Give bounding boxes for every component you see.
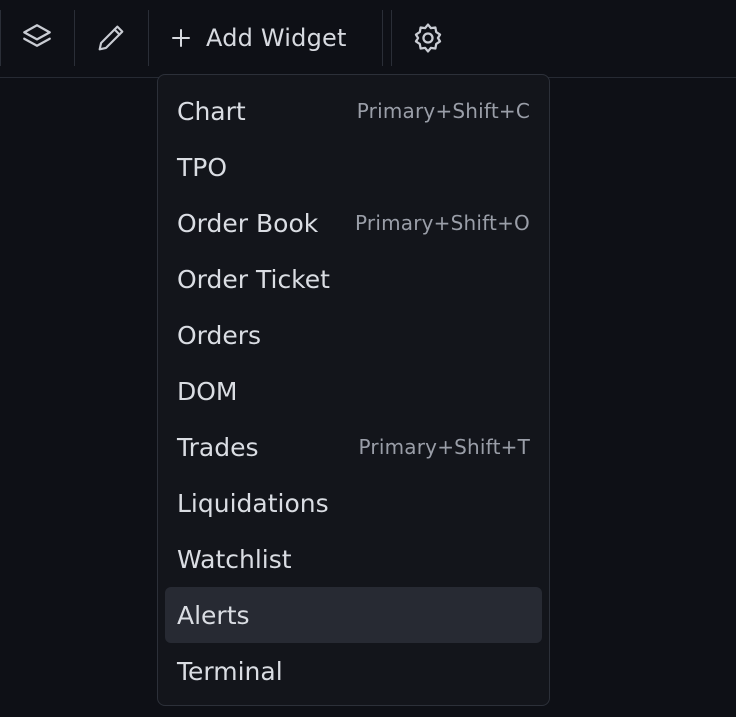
menu-item-chart[interactable]: Chart Primary+Shift+C xyxy=(165,83,542,139)
layers-button[interactable] xyxy=(13,14,61,62)
toolbar-divider xyxy=(148,10,149,66)
top-toolbar: Add Widget xyxy=(0,0,736,78)
settings-button[interactable] xyxy=(404,14,452,62)
add-widget-menu: Chart Primary+Shift+C TPO Order Book Primary… xyxy=(157,74,550,706)
menu-item-shortcut: Primary+Shift+O xyxy=(354,211,530,235)
menu-item-label: TPO xyxy=(177,152,228,182)
toolbar-divider xyxy=(382,10,383,66)
menu-item-trades[interactable]: Trades Primary+Shift+T xyxy=(165,419,542,475)
menu-item-label: DOM xyxy=(177,376,238,406)
menu-item-tpo[interactable]: TPO xyxy=(165,139,542,195)
edit-button[interactable] xyxy=(87,14,135,62)
add-widget-label: Add Widget xyxy=(206,24,347,52)
menu-item-orders[interactable]: Orders xyxy=(165,307,542,363)
menu-item-label: Chart xyxy=(177,96,246,126)
menu-item-terminal[interactable]: Terminal xyxy=(165,643,542,699)
menu-item-order-book[interactable]: Order Book Primary+Shift+O xyxy=(165,195,542,251)
pencil-icon xyxy=(94,21,128,55)
menu-item-label: Alerts xyxy=(177,600,250,630)
menu-item-shortcut: Primary+Shift+T xyxy=(358,435,530,459)
layers-icon xyxy=(20,21,54,55)
toolbar-divider xyxy=(391,10,392,66)
add-widget-button[interactable]: Add Widget xyxy=(170,14,347,62)
menu-item-order-ticket[interactable]: Order Ticket xyxy=(165,251,542,307)
menu-item-label: Order Ticket xyxy=(177,264,330,294)
gear-icon xyxy=(411,21,445,55)
menu-item-watchlist[interactable]: Watchlist xyxy=(165,531,542,587)
menu-item-label: Orders xyxy=(177,320,262,350)
menu-item-label: Trades xyxy=(177,432,259,462)
toolbar-divider xyxy=(74,10,75,66)
plus-icon xyxy=(172,29,190,47)
menu-item-label: Terminal xyxy=(177,656,283,686)
menu-item-liquidations[interactable]: Liquidations xyxy=(165,475,542,531)
menu-item-label: Order Book xyxy=(177,208,319,238)
menu-item-shortcut: Primary+Shift+C xyxy=(356,99,530,123)
menu-item-dom[interactable]: DOM xyxy=(165,363,542,419)
menu-item-label: Liquidations xyxy=(177,488,329,518)
toolbar-divider xyxy=(0,10,1,66)
menu-item-alerts[interactable]: Alerts xyxy=(165,587,542,643)
menu-item-label: Watchlist xyxy=(177,544,292,574)
